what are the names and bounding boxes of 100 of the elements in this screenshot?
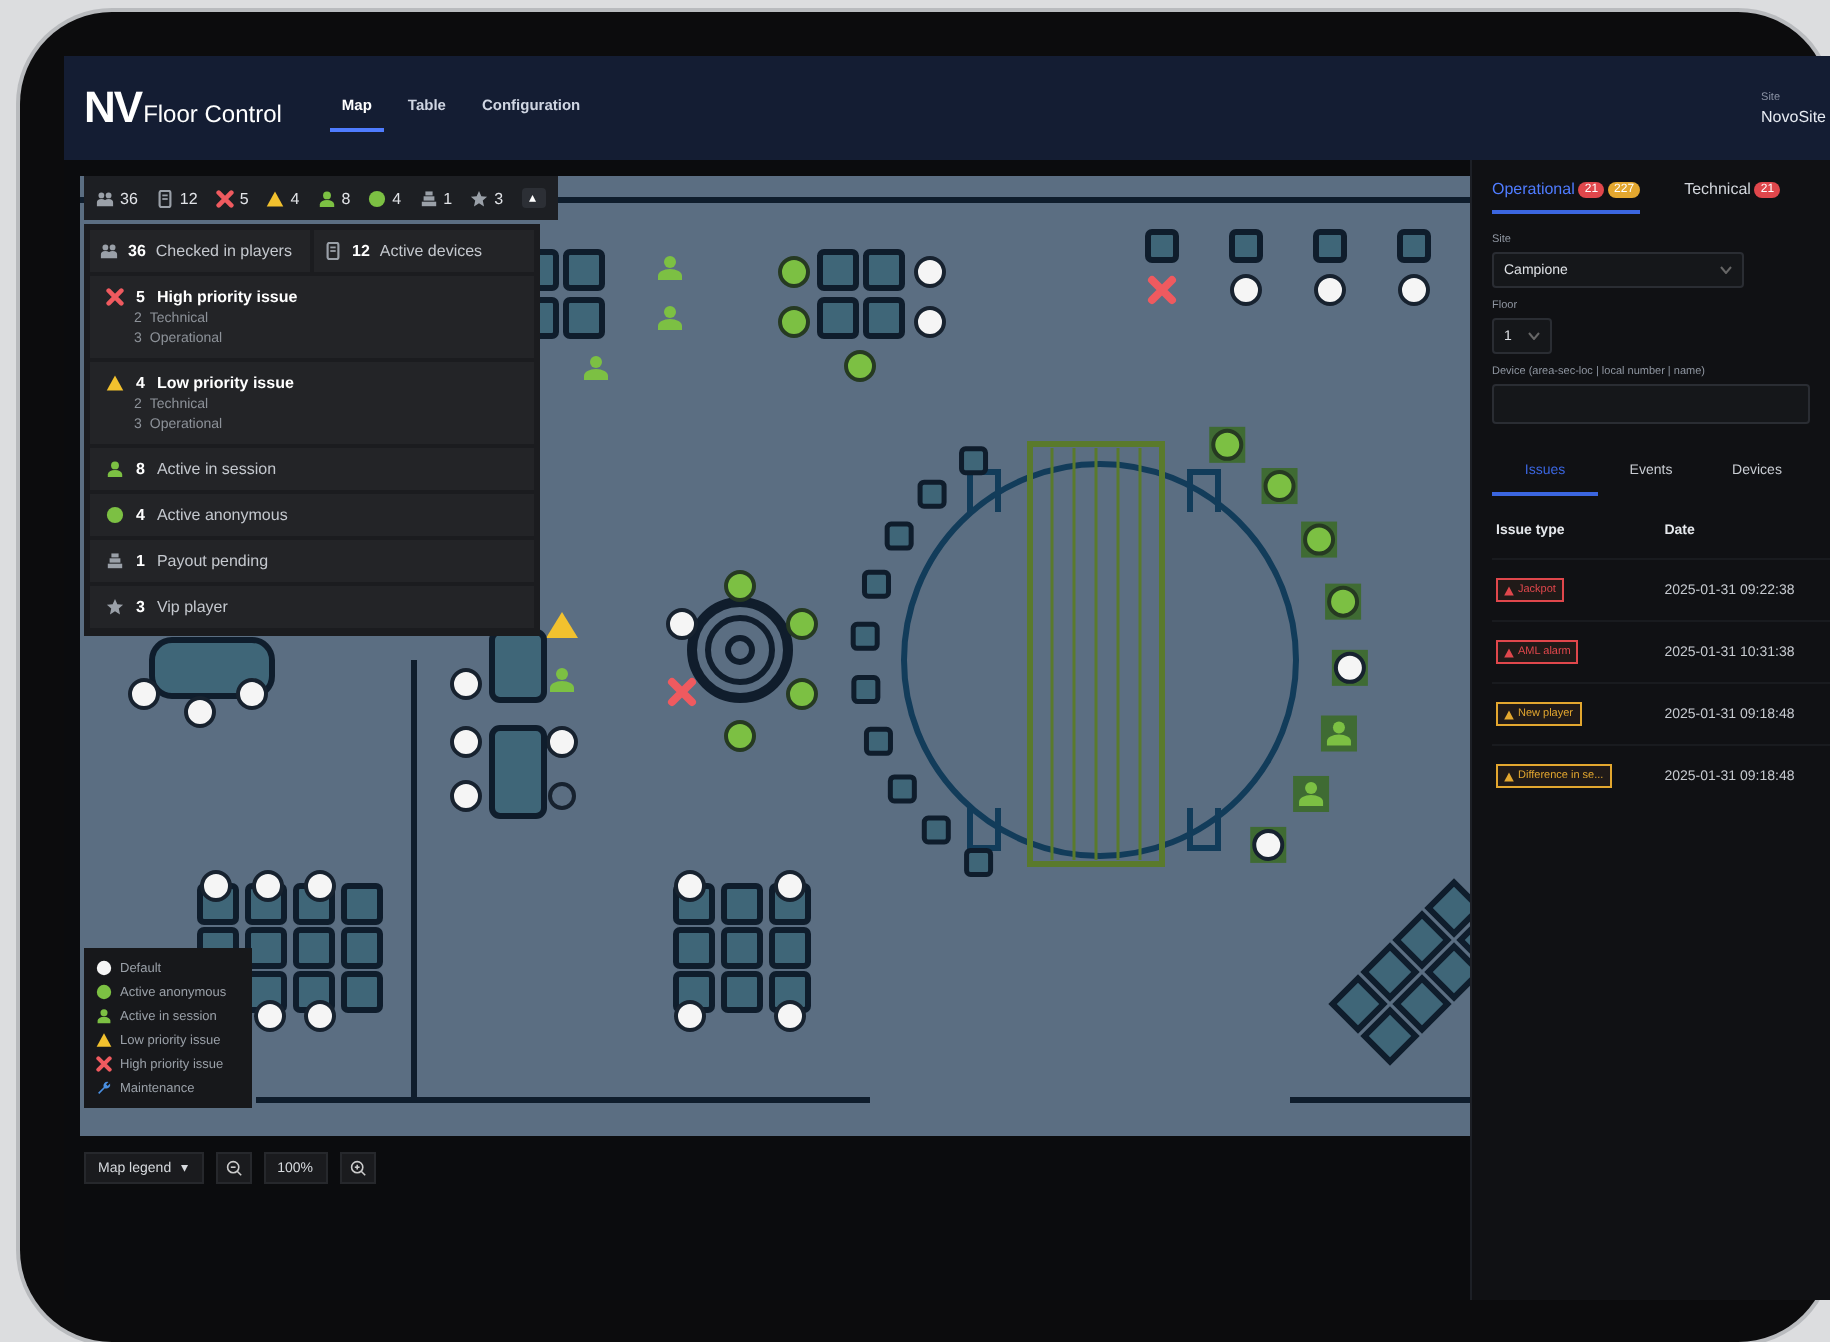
machine-seat [341, 927, 383, 969]
default-marker[interactable] [666, 608, 698, 640]
anonymous-marker[interactable] [786, 678, 818, 710]
default-marker[interactable] [1333, 651, 1366, 684]
default-marker[interactable] [304, 1000, 336, 1032]
machine-seat [1328, 974, 1420, 1066]
default-marker[interactable] [774, 1000, 806, 1032]
machine-seat [863, 249, 905, 291]
anonymous-marker[interactable] [1211, 428, 1244, 461]
zoom-in-button[interactable] [339, 1152, 375, 1184]
default-marker[interactable] [1398, 274, 1430, 306]
count: 5 [239, 189, 249, 207]
warning-icon [546, 612, 578, 638]
machine-seat [817, 249, 859, 291]
anonymous-marker[interactable] [1303, 523, 1336, 556]
people-icon [96, 189, 114, 207]
default-marker[interactable] [128, 678, 160, 710]
machine-seat [1360, 942, 1452, 1034]
default-marker[interactable] [254, 1000, 286, 1032]
default-marker[interactable] [304, 870, 336, 902]
machine-seat [959, 446, 989, 476]
gaming-table [149, 637, 275, 699]
chevron-down-icon [1528, 332, 1540, 340]
machine-seat [850, 621, 880, 651]
count: 1 [136, 552, 145, 570]
summary-label: Payout pending [156, 552, 269, 570]
machine-seat [673, 927, 715, 969]
count: 8 [341, 189, 351, 207]
machine-seat [341, 971, 383, 1013]
summary-label: Vip player [156, 598, 228, 616]
warning-icon [1504, 585, 1514, 595]
tablet-icon [155, 189, 174, 207]
people-icon [100, 242, 118, 260]
zoom-out-icon [225, 1160, 242, 1176]
machine-seat [921, 815, 951, 845]
default-marker[interactable] [914, 306, 946, 338]
anonymous-marker[interactable] [724, 570, 756, 602]
machine-seat [863, 297, 905, 339]
summary-label: Checked in players [155, 242, 292, 260]
count: 4 [290, 189, 300, 207]
warning-icon [1504, 709, 1514, 719]
star-icon [106, 598, 124, 616]
default-marker[interactable] [546, 726, 578, 758]
warning-icon [1504, 647, 1514, 657]
machine-seat [851, 675, 881, 705]
default-marker[interactable] [1252, 828, 1285, 861]
anonymous-marker[interactable] [844, 350, 876, 382]
summary-label: Low priority issue [156, 374, 294, 392]
coin-stack-icon [106, 552, 124, 570]
default-marker[interactable] [450, 780, 482, 812]
anonymous-marker[interactable] [778, 256, 810, 288]
warning-icon [106, 374, 124, 392]
machine-seat [721, 927, 763, 969]
machine-seat [917, 479, 947, 509]
gaming-table [489, 725, 547, 819]
warning-icon [266, 189, 285, 207]
anonymous-marker[interactable] [1327, 585, 1360, 618]
default-marker[interactable] [1230, 274, 1262, 306]
machine-seat [1392, 910, 1470, 1002]
dot-icon [96, 984, 112, 1000]
warning-icon [1504, 771, 1514, 781]
count: 3 [136, 598, 145, 616]
anonymous-marker[interactable] [786, 608, 818, 640]
default-marker[interactable] [450, 668, 482, 700]
device-marker[interactable] [548, 782, 576, 810]
default-marker[interactable] [200, 870, 232, 902]
star-icon [470, 189, 489, 207]
dot-icon [368, 189, 387, 207]
machine-seat [1397, 229, 1431, 263]
summary-label: Active devices [379, 242, 483, 260]
input-field[interactable] [1492, 384, 1810, 424]
default-marker[interactable] [184, 696, 216, 728]
default-marker[interactable] [450, 726, 482, 758]
person-icon [658, 306, 682, 330]
cross-icon [106, 288, 124, 306]
summary-label: High priority issue [156, 288, 298, 306]
default-marker[interactable] [1314, 274, 1346, 306]
anonymous-marker[interactable] [724, 720, 756, 752]
count: 1 [443, 189, 453, 207]
person-icon [584, 356, 608, 380]
default-marker[interactable] [914, 256, 946, 288]
machine-seat [862, 569, 891, 599]
count: 4 [392, 189, 402, 207]
anonymous-marker[interactable] [778, 306, 810, 338]
machine-seat [721, 883, 763, 925]
default-marker[interactable] [252, 870, 284, 902]
machine-seat [721, 971, 763, 1013]
person-icon [1299, 781, 1324, 806]
default-marker[interactable] [236, 678, 268, 710]
zoom-in-icon [349, 1160, 365, 1176]
default-marker[interactable] [774, 870, 806, 902]
anonymous-marker[interactable] [1263, 470, 1296, 502]
count: 12 [179, 189, 198, 207]
default-marker[interactable] [674, 1000, 706, 1032]
zoom-out-button[interactable] [215, 1152, 252, 1184]
count: 8 [136, 460, 145, 478]
count: 12 [352, 242, 370, 260]
machine-seat [245, 927, 287, 969]
summary-label: Active anonymous [156, 506, 288, 524]
default-marker[interactable] [674, 870, 706, 902]
